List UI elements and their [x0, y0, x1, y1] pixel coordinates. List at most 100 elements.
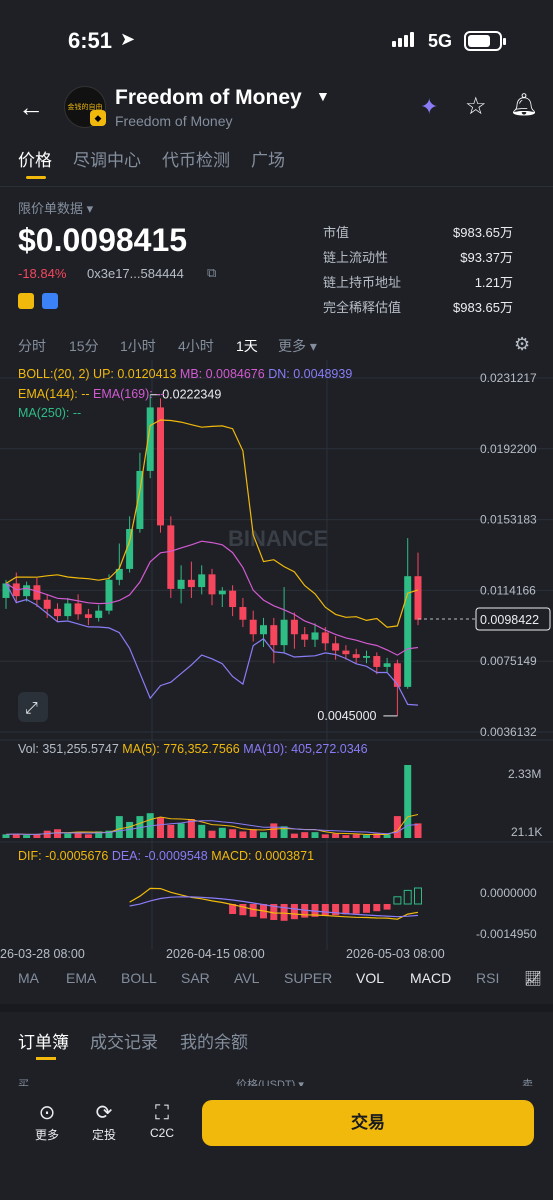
stat-row: 链上持币地址 1.21万 — [323, 272, 513, 294]
volume-bar — [84, 834, 92, 838]
candle — [290, 619, 298, 635]
stat-row: 市值 $983.65万 — [323, 222, 513, 244]
copy-icon[interactable]: ⧉ — [207, 265, 216, 281]
indicator-macd[interactable]: MACD — [410, 970, 451, 986]
indicator-sar[interactable]: SAR — [181, 970, 210, 986]
stat-value: $983.65万 — [453, 225, 513, 240]
candle — [43, 599, 51, 609]
timeframe-more[interactable]: 更多 ▾ — [278, 336, 317, 356]
price-axis-label: 0.0192200 — [480, 442, 537, 456]
volume-bar — [270, 823, 278, 838]
macd-legend: DIF: -0.0005676 DEA: -0.0009548 MACD: 0.… — [18, 849, 314, 863]
tab-orderbook[interactable]: 订单簿 — [18, 1028, 69, 1053]
low-label: 0.0045000 — [317, 709, 376, 723]
volume-bar — [43, 830, 51, 838]
indicator-avl[interactable]: AVL — [234, 970, 259, 986]
data-source-selector[interactable]: 限价单数据 ▾ — [18, 198, 93, 217]
tab-indicator — [26, 176, 46, 179]
stat-row: 完全稀释估值 $983.65万 — [323, 297, 513, 319]
candle — [84, 614, 92, 618]
macd-histogram-bar — [290, 904, 298, 920]
expand-glyph: ⤢ — [25, 698, 38, 717]
volume-bar — [332, 833, 340, 838]
candle — [280, 619, 288, 646]
candle — [208, 574, 216, 595]
macd-histogram-bar — [280, 904, 288, 921]
price-axis-label: 0.0075149 — [480, 654, 537, 668]
recurring-label: 定投 — [91, 1128, 116, 1142]
bottom-action-bar: ⊙ 更多 ⟳ 定投 ⛶ C2C 交易 — [0, 1086, 553, 1200]
tab-indicator — [36, 1057, 56, 1060]
stat-label: 链上流动性 — [323, 250, 389, 265]
chart-settings-icon[interactable]: ⚙ — [514, 334, 530, 355]
tab-due-diligence[interactable]: 尽调中心 — [73, 146, 141, 171]
recurring-button[interactable]: ⟳ 定投 — [84, 1100, 124, 1143]
star-icon[interactable]: ☆ — [465, 92, 487, 121]
chain-badge-icon: ◆ — [90, 110, 106, 126]
tab-square[interactable]: 广场 — [251, 146, 285, 171]
bnb-chain-icon — [18, 293, 34, 309]
candle — [54, 608, 61, 617]
tab-trades[interactable]: 成交记录 — [90, 1028, 158, 1053]
volume-bar — [414, 823, 422, 838]
volume-bar — [301, 832, 309, 838]
more-button[interactable]: ⊙ 更多 — [27, 1100, 67, 1143]
candle — [239, 607, 247, 620]
indicator-chart-icon[interactable]: 📈︎ — [524, 970, 542, 987]
token-title[interactable]: Freedom of Money — [115, 86, 302, 110]
timeframe-1h[interactable]: 1小时 — [120, 336, 156, 356]
candle — [218, 590, 226, 595]
tab-balance[interactable]: 我的余额 — [180, 1028, 248, 1053]
tab-token-check[interactable]: 代币检测 — [162, 146, 230, 171]
volume-legend: Vol: 351,255.5747 MA(5): 776,352.7566 MA… — [18, 742, 368, 756]
binance-watermark: BINANCE — [228, 526, 328, 551]
volume-bar — [157, 817, 164, 838]
shield-icon — [42, 293, 58, 309]
battery-icon — [464, 31, 506, 51]
stat-label: 市值 — [323, 225, 350, 240]
volume-bar — [321, 834, 329, 838]
indicator-rsi[interactable]: RSI — [476, 970, 499, 986]
timeframe-4h[interactable]: 4小时 — [178, 336, 214, 356]
indicator-vol[interactable]: VOL — [356, 970, 384, 986]
volume-bar — [342, 835, 350, 838]
volume-axis-label: 21.1K — [511, 825, 542, 839]
price-chart[interactable]: BINANCE 0.0231217 0.0192200 0.0153183 0.0114… — [0, 360, 553, 960]
candle — [167, 525, 175, 589]
bell-icon[interactable]: 🔔︎ — [510, 92, 538, 118]
candle — [342, 650, 350, 655]
volume-bar — [167, 824, 175, 838]
caret-down-icon: ▾ — [86, 201, 94, 216]
timeframe-15m[interactable]: 15分 — [69, 336, 99, 356]
candle — [105, 579, 113, 611]
data-source-label: 限价单数据 — [18, 201, 84, 216]
ema-legend: EMA(144): -- EMA(169): -- — [18, 387, 165, 401]
date-axis-label: 2026-05-03 08:00 — [346, 947, 445, 960]
volume-bar — [363, 835, 370, 838]
indicator-ma[interactable]: MA — [18, 970, 39, 986]
high-label: 0.0222349 — [162, 388, 221, 402]
contract-address: 0x3e17...584444 — [87, 266, 184, 281]
candle — [187, 579, 195, 588]
volume-bar — [64, 833, 72, 838]
indicator-ema[interactable]: EMA — [66, 970, 96, 986]
indicator-boll[interactable]: BOLL — [121, 970, 157, 986]
timeframe-time[interactable]: 分时 — [18, 336, 46, 356]
ai-sparkle-icon[interactable]: ✦ — [420, 94, 438, 120]
volume-bar — [54, 829, 61, 838]
indicator-super[interactable]: SUPER — [284, 970, 332, 986]
volume-bar — [23, 835, 31, 838]
candle — [301, 634, 309, 640]
volume-bar — [260, 832, 267, 838]
caret-down-icon[interactable]: ▼ — [316, 88, 330, 104]
ma-legend: MA(250): -- — [18, 406, 81, 420]
volume-bar — [352, 834, 360, 838]
trade-button[interactable]: 交易 — [202, 1100, 534, 1146]
candle — [229, 590, 237, 608]
c2c-button[interactable]: ⛶ C2C — [142, 1100, 182, 1140]
timeframe-1d[interactable]: 1天 — [236, 336, 258, 356]
back-arrow-icon[interactable]: ← — [18, 92, 44, 123]
volume-bar — [249, 829, 257, 838]
tab-price[interactable]: 价格 — [18, 146, 52, 171]
more-label: 更多 — [34, 1128, 59, 1142]
